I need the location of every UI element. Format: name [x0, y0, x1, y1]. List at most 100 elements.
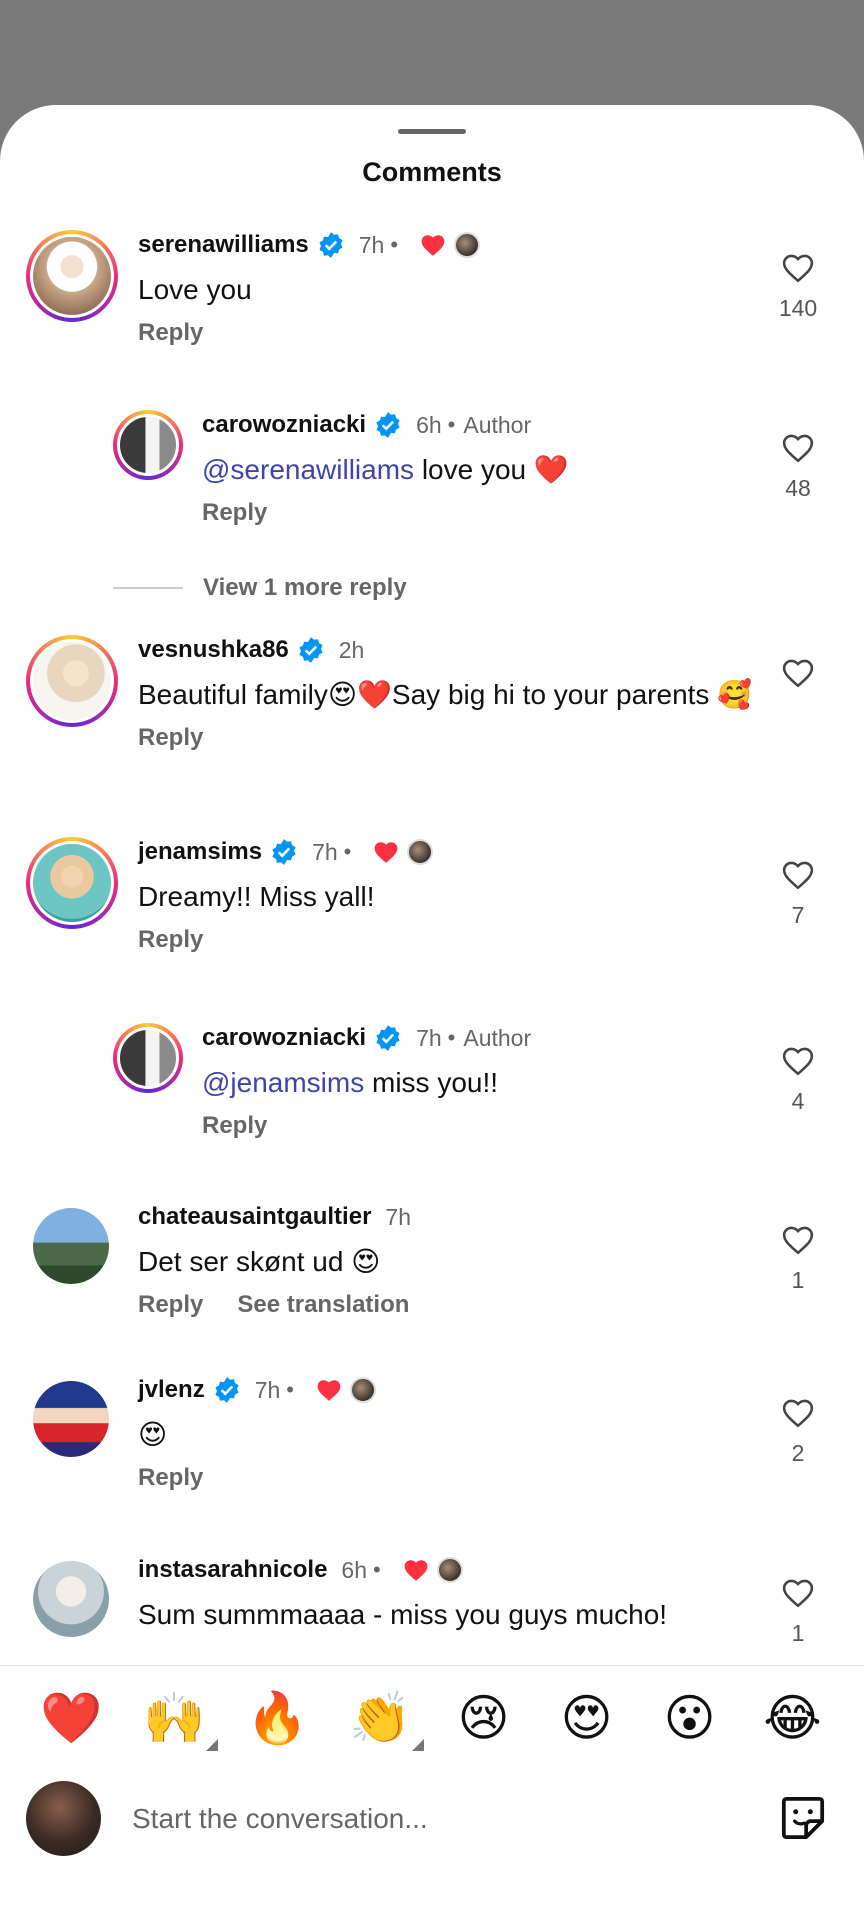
drag-handle[interactable] [398, 129, 466, 134]
avatar[interactable] [113, 1023, 183, 1093]
verified-badge-icon [376, 412, 400, 438]
heart-eyes-emoji-button[interactable]: 😍 [552, 1693, 622, 1743]
mention-link[interactable]: @jenamsims [202, 1067, 364, 1098]
avatar[interactable] [33, 1381, 109, 1457]
reply-button[interactable]: Reply [138, 926, 203, 954]
reply-button[interactable]: Reply [138, 1291, 203, 1319]
author-label: Author [463, 411, 532, 438]
timestamp: 7h [385, 1203, 411, 1230]
reply-button[interactable]: Reply [138, 319, 203, 347]
skin-tone-indicator-icon [411, 1739, 424, 1751]
heart-outline-icon [782, 1579, 814, 1608]
separator-dot: • [286, 1377, 294, 1402]
comment-text: Det ser skønt ud 😍 [138, 1246, 381, 1277]
separator-dot: • [373, 1557, 381, 1582]
like-count: 48 [785, 475, 811, 501]
clap-emoji-button[interactable]: 👏 [346, 1693, 424, 1751]
heart-outline-icon [782, 1047, 814, 1076]
reply-button[interactable]: Reply [138, 724, 203, 752]
reaction-emoji-bar: ❤️ 🙌 🔥 👏 😢 😍 😮 😂 [0, 1668, 864, 1768]
heart-outline-icon [782, 254, 814, 283]
reply-button[interactable]: Reply [202, 1112, 267, 1140]
username[interactable]: vesnushka86 [138, 636, 289, 664]
author-avatar-mini [350, 1377, 376, 1403]
thread-line [113, 587, 183, 589]
reply-button[interactable]: Reply [138, 1464, 203, 1492]
avatar[interactable] [26, 837, 118, 929]
like-button[interactable] [774, 657, 822, 700]
avatar[interactable] [33, 1561, 109, 1637]
sticker-icon[interactable] [778, 1793, 828, 1843]
comments-list[interactable]: serenawilliams 7h • Love you Reply 140 c… [0, 230, 864, 1770]
heart-outline-icon [782, 434, 814, 463]
timestamp: 7h [358, 231, 385, 258]
username[interactable]: chateausaintgaultier [138, 1203, 371, 1231]
timestamp: 6h [341, 1556, 368, 1583]
see-translation-button[interactable]: See translation [237, 1291, 409, 1319]
timestamp: 7h [254, 1376, 281, 1403]
like-count: 1 [791, 1620, 805, 1646]
like-button[interactable]: 1 [774, 1577, 822, 1647]
comment-text: Dreamy!! Miss yall! [138, 881, 375, 912]
author-avatar-mini [454, 232, 481, 258]
author-label: Author [463, 1024, 532, 1051]
timestamp: 7h [312, 838, 338, 865]
heart-outline-icon [782, 1399, 814, 1428]
comments-sheet: Comments serenawilliams 7h • Love you Re… [0, 105, 864, 1920]
liked-by-author-heart-icon [317, 1380, 341, 1401]
username[interactable]: serenawilliams [138, 231, 309, 259]
verified-badge-icon [272, 839, 296, 865]
skin-tone-indicator-icon [205, 1739, 218, 1751]
mention-link[interactable]: @serenawilliams [202, 454, 414, 485]
comment-text: Beautiful family😍❤️Say big hi to your pa… [138, 679, 753, 710]
verified-badge-icon [299, 637, 323, 663]
separator-dot: • [343, 839, 352, 864]
reply-button[interactable]: Reply [202, 499, 267, 527]
comment-text: Love you [138, 274, 252, 305]
liked-by-author-heart-icon [421, 235, 445, 256]
verified-badge-icon [215, 1377, 239, 1403]
comment-text: @serenawilliams love you ❤️ [202, 454, 569, 485]
username[interactable]: jvlenz [138, 1376, 205, 1404]
like-button[interactable]: 7 [774, 859, 822, 929]
composer-divider [0, 1665, 864, 1666]
liked-by-author-heart-icon [375, 842, 398, 863]
separator-dot: • [447, 1025, 456, 1050]
comment-text: @jenamsims miss you!! [202, 1067, 499, 1098]
view-more-replies-button[interactable]: View 1 more reply [113, 574, 407, 602]
like-count: 2 [791, 1440, 805, 1466]
like-button[interactable]: 48 [774, 432, 822, 502]
avatar[interactable] [33, 1208, 109, 1284]
heart-outline-icon [782, 861, 814, 890]
like-button[interactable]: 1 [774, 1224, 822, 1294]
separator-dot: • [390, 232, 399, 257]
like-button[interactable]: 2 [774, 1397, 822, 1467]
comment-input[interactable] [132, 1794, 692, 1844]
username[interactable]: carowozniacki [202, 411, 366, 439]
crying-emoji-button[interactable]: 😢 [449, 1693, 519, 1743]
username[interactable]: instasarahnicole [138, 1556, 327, 1584]
username[interactable]: jenamsims [138, 838, 262, 866]
separator-dot: • [447, 412, 456, 437]
heart-emoji-button[interactable]: ❤️ [37, 1693, 107, 1743]
surprised-emoji-button[interactable]: 😮 [655, 1693, 725, 1743]
timestamp: 7h [416, 1024, 442, 1051]
laughing-emoji-button[interactable]: 😂 [758, 1693, 828, 1743]
username[interactable]: carowozniacki [202, 1024, 366, 1052]
avatar[interactable] [113, 410, 183, 480]
verified-badge-icon [319, 232, 343, 258]
like-button[interactable]: 140 [774, 252, 822, 322]
verified-badge-icon [376, 1025, 400, 1051]
liked-by-author-heart-icon [404, 1560, 428, 1581]
like-button[interactable]: 4 [774, 1045, 822, 1115]
avatar[interactable] [26, 635, 118, 727]
avatar[interactable] [26, 230, 118, 322]
like-count: 4 [791, 1088, 805, 1114]
raised-hands-emoji-button[interactable]: 🙌 [140, 1693, 218, 1751]
heart-outline-icon [782, 1226, 814, 1255]
current-user-avatar [26, 1781, 101, 1856]
like-count: 140 [778, 295, 818, 321]
comment-composer [0, 1768, 864, 1878]
fire-emoji-button[interactable]: 🔥 [243, 1693, 313, 1743]
like-count: 7 [791, 902, 805, 928]
